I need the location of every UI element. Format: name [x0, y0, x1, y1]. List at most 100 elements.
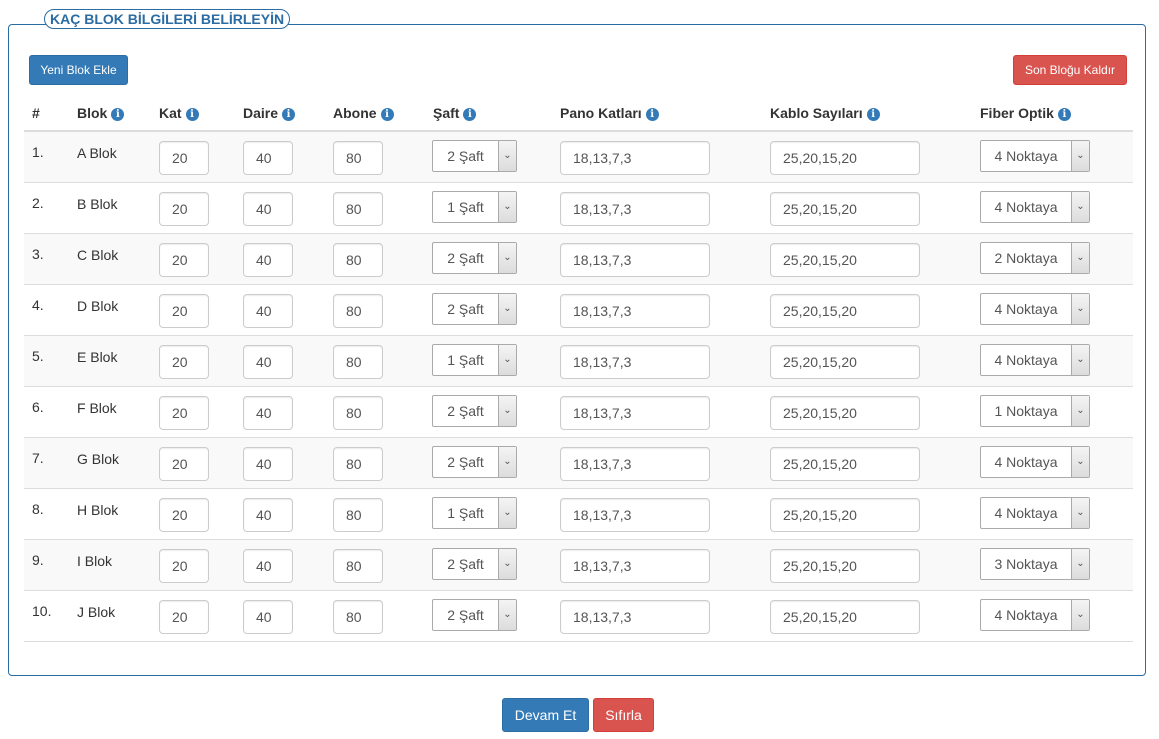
fiber-select[interactable]: 4 Noktaya ⌄	[980, 446, 1090, 478]
kat-input[interactable]: 20	[159, 447, 209, 481]
saft-select[interactable]: 2 Şaft ⌄	[432, 140, 517, 172]
pano-input[interactable]: 18,13,7,3	[560, 345, 710, 379]
chevron-down-icon[interactable]: ⌄	[1071, 243, 1089, 273]
daire-input[interactable]: 40	[243, 498, 293, 532]
abone-input[interactable]: 80	[333, 243, 383, 277]
kablo-input[interactable]: 25,20,15,20	[770, 192, 920, 226]
reset-button[interactable]: Sıfırla	[593, 698, 654, 732]
daire-input[interactable]: 40	[243, 243, 293, 277]
abone-input[interactable]: 80	[333, 192, 383, 226]
abone-input[interactable]: 80	[333, 498, 383, 532]
chevron-down-icon[interactable]: ⌄	[498, 447, 516, 477]
chevron-down-icon[interactable]: ⌄	[1071, 396, 1089, 426]
kablo-input[interactable]: 25,20,15,20	[770, 600, 920, 634]
daire-input[interactable]: 40	[243, 192, 293, 226]
kablo-input[interactable]: 25,20,15,20	[770, 243, 920, 277]
chevron-down-icon[interactable]: ⌄	[498, 294, 516, 324]
fiber-select[interactable]: 2 Noktaya ⌄	[980, 242, 1090, 274]
saft-select[interactable]: 1 Şaft ⌄	[432, 344, 517, 376]
pano-input[interactable]: 18,13,7,3	[560, 600, 710, 634]
saft-select[interactable]: 2 Şaft ⌄	[432, 395, 517, 427]
saft-select[interactable]: 1 Şaft ⌄	[432, 497, 517, 529]
saft-select[interactable]: 1 Şaft ⌄	[432, 191, 517, 223]
chevron-down-icon[interactable]: ⌄	[498, 396, 516, 426]
kat-input[interactable]: 20	[159, 345, 209, 379]
saft-select[interactable]: 2 Şaft ⌄	[432, 293, 517, 325]
chevron-down-icon[interactable]: ⌄	[1071, 447, 1089, 477]
chevron-down-icon[interactable]: ⌄	[1071, 600, 1089, 630]
pano-input[interactable]: 18,13,7,3	[560, 447, 710, 481]
pano-input[interactable]: 18,13,7,3	[560, 396, 710, 430]
pano-input[interactable]: 18,13,7,3	[560, 498, 710, 532]
abone-input[interactable]: 80	[333, 141, 383, 175]
kablo-input[interactable]: 25,20,15,20	[770, 141, 920, 175]
info-icon[interactable]: i	[380, 108, 394, 121]
chevron-down-icon[interactable]: ⌄	[498, 600, 516, 630]
fiber-select[interactable]: 4 Noktaya ⌄	[980, 140, 1090, 172]
pano-input[interactable]: 18,13,7,3	[560, 192, 710, 226]
abone-input[interactable]: 80	[333, 396, 383, 430]
saft-select[interactable]: 2 Şaft ⌄	[432, 242, 517, 274]
abone-input[interactable]: 80	[333, 600, 383, 634]
info-icon[interactable]: i	[185, 108, 199, 121]
daire-input[interactable]: 40	[243, 549, 293, 583]
fiber-select[interactable]: 3 Noktaya ⌄	[980, 548, 1090, 580]
fiber-select[interactable]: 4 Noktaya ⌄	[980, 344, 1090, 376]
daire-input[interactable]: 40	[243, 345, 293, 379]
fiber-select[interactable]: 4 Noktaya ⌄	[980, 599, 1090, 631]
info-icon[interactable]: i	[282, 108, 296, 121]
kablo-input[interactable]: 25,20,15,20	[770, 447, 920, 481]
chevron-down-icon[interactable]: ⌄	[1071, 498, 1089, 528]
kablo-input[interactable]: 25,20,15,20	[770, 498, 920, 532]
info-icon[interactable]: i	[1057, 108, 1071, 121]
chevron-down-icon[interactable]: ⌄	[1071, 549, 1089, 579]
continue-button[interactable]: Devam Et	[502, 698, 589, 732]
daire-input[interactable]: 40	[243, 141, 293, 175]
kablo-input[interactable]: 25,20,15,20	[770, 549, 920, 583]
info-icon[interactable]: i	[463, 108, 477, 121]
chevron-down-icon[interactable]: ⌄	[1071, 345, 1089, 375]
add-block-button[interactable]: Yeni Blok Ekle	[29, 55, 128, 85]
kablo-input[interactable]: 25,20,15,20	[770, 345, 920, 379]
chevron-down-icon[interactable]: ⌄	[498, 498, 516, 528]
info-icon[interactable]: i	[111, 108, 125, 121]
kablo-input[interactable]: 25,20,15,20	[770, 294, 920, 328]
abone-input[interactable]: 80	[333, 447, 383, 481]
kat-input[interactable]: 20	[159, 600, 209, 634]
abone-input[interactable]: 80	[333, 345, 383, 379]
chevron-down-icon[interactable]: ⌄	[498, 549, 516, 579]
fiber-select[interactable]: 4 Noktaya ⌄	[980, 293, 1090, 325]
pano-input[interactable]: 18,13,7,3	[560, 141, 710, 175]
remove-last-block-button[interactable]: Son Bloğu Kaldır	[1013, 55, 1127, 85]
chevron-down-icon[interactable]: ⌄	[1071, 192, 1089, 222]
chevron-down-icon[interactable]: ⌄	[498, 192, 516, 222]
fiber-select[interactable]: 1 Noktaya ⌄	[980, 395, 1090, 427]
kat-input[interactable]: 20	[159, 294, 209, 328]
fiber-select[interactable]: 4 Noktaya ⌄	[980, 191, 1090, 223]
pano-input[interactable]: 18,13,7,3	[560, 294, 710, 328]
chevron-down-icon[interactable]: ⌄	[498, 243, 516, 273]
chevron-down-icon[interactable]: ⌄	[1071, 294, 1089, 324]
pano-input[interactable]: 18,13,7,3	[560, 243, 710, 277]
abone-input[interactable]: 80	[333, 294, 383, 328]
pano-input[interactable]: 18,13,7,3	[560, 549, 710, 583]
daire-input[interactable]: 40	[243, 600, 293, 634]
saft-select[interactable]: 2 Şaft ⌄	[432, 446, 517, 478]
daire-input[interactable]: 40	[243, 396, 293, 430]
info-icon[interactable]: i	[645, 108, 659, 121]
kat-input[interactable]: 20	[159, 192, 209, 226]
info-icon[interactable]: i	[866, 108, 880, 121]
kat-input[interactable]: 20	[159, 243, 209, 277]
chevron-down-icon[interactable]: ⌄	[498, 345, 516, 375]
kat-input[interactable]: 20	[159, 549, 209, 583]
chevron-down-icon[interactable]: ⌄	[498, 141, 516, 171]
fiber-select[interactable]: 4 Noktaya ⌄	[980, 497, 1090, 529]
kat-input[interactable]: 20	[159, 396, 209, 430]
daire-input[interactable]: 40	[243, 447, 293, 481]
kat-input[interactable]: 20	[159, 498, 209, 532]
kat-input[interactable]: 20	[159, 141, 209, 175]
chevron-down-icon[interactable]: ⌄	[1071, 141, 1089, 171]
daire-input[interactable]: 40	[243, 294, 293, 328]
saft-select[interactable]: 2 Şaft ⌄	[432, 599, 517, 631]
kablo-input[interactable]: 25,20,15,20	[770, 396, 920, 430]
